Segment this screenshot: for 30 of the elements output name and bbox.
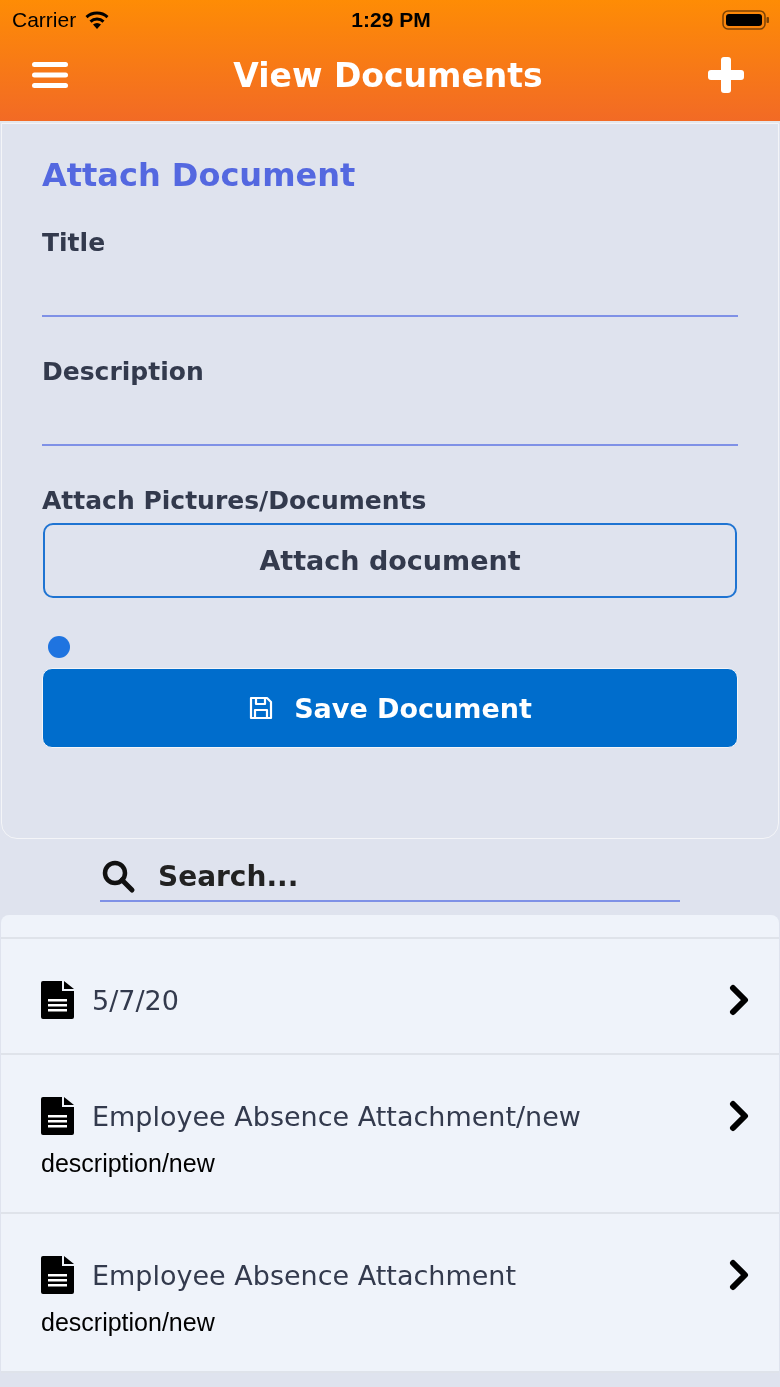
document-icon: [41, 1097, 74, 1135]
carrier-label: Carrier: [12, 8, 77, 32]
document-description: description/new: [41, 1308, 216, 1337]
field-label: Description: [42, 357, 205, 386]
document-title: 5/7/20: [92, 984, 180, 1016]
clock-time: 1:29 PM: [351, 8, 431, 32]
document-item[interactable]: Employee Absence Attachment description/new: [1, 1214, 779, 1373]
chevron-right-icon: [729, 1100, 751, 1132]
menu-button[interactable]: [32, 60, 68, 90]
search-icon: [100, 858, 136, 894]
wifi-icon: [84, 11, 111, 29]
battery-icon: [722, 9, 770, 31]
status-dot: [48, 636, 70, 658]
save-button[interactable]: Save Document: [42, 668, 738, 748]
chevron-right-icon: [729, 984, 751, 1016]
document-title: Employee Absence Attachment: [92, 1259, 518, 1291]
document-icon: [41, 981, 74, 1019]
add-button[interactable]: [708, 57, 744, 93]
document-item[interactable]: Employee Absence Attachment/new description/new: [1, 1055, 779, 1214]
document-title: Employee Absence Attachment/new: [92, 1100, 582, 1132]
page-title: View Documents: [233, 55, 543, 95]
document-item[interactable]: 5/7/20: [1, 939, 779, 1055]
chevron-right-icon: [729, 1259, 751, 1291]
document-description: description/new: [41, 1149, 216, 1178]
attach-button[interactable]: Attach document: [43, 523, 737, 598]
field-label: Attach Pictures/Documents: [42, 486, 428, 515]
field-label: Title: [42, 228, 107, 257]
document-icon: [41, 1256, 74, 1294]
search-field[interactable]: Search...: [158, 859, 680, 893]
form-heading: Attach Document: [42, 156, 357, 194]
